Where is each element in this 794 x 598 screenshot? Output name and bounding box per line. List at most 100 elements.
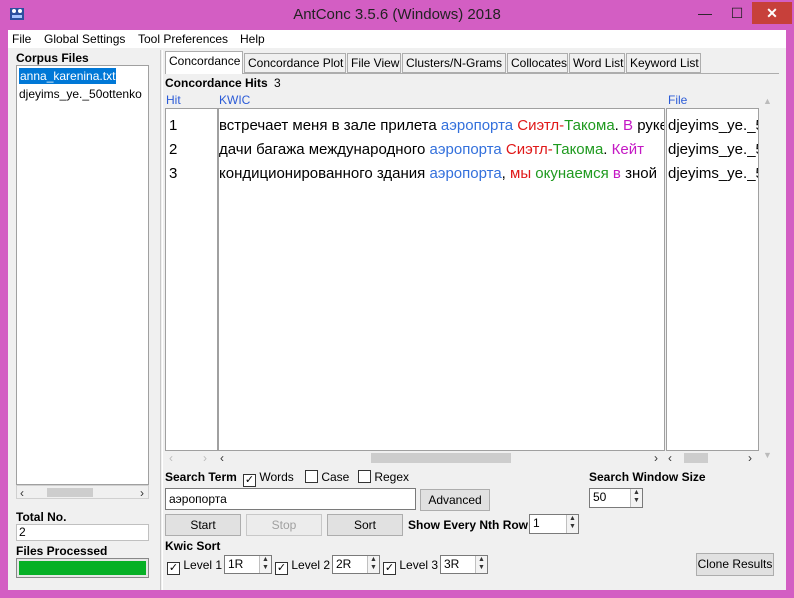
case-label: Case — [321, 470, 350, 484]
title-bar: AntConc 3.5.6 (Windows) 2018 — ☐ ✕ — [0, 0, 794, 30]
menu-bar: File Global Settings Tool Preferences He… — [8, 30, 786, 48]
maximize-button[interactable]: ☐ — [722, 2, 752, 24]
progress-fill — [19, 561, 146, 575]
sort-level-1[interactable]: ✓ Level 1 — [167, 558, 222, 575]
minimize-button[interactable]: — — [690, 2, 720, 24]
advanced-button[interactable]: Advanced — [420, 489, 490, 511]
scroll-right-arrow-icon[interactable]: › — [203, 451, 207, 465]
file-hscrollbar[interactable]: ‹ › — [666, 451, 759, 465]
close-button[interactable]: ✕ — [752, 2, 792, 24]
regex-checkbox[interactable] — [358, 470, 371, 483]
sort-level-3[interactable]: ✓ Level 3 — [383, 558, 438, 575]
corpus-file-item[interactable]: djeyims_ye._50ottenko — [19, 86, 142, 102]
level-2-checkbox[interactable]: ✓ — [275, 562, 288, 575]
sort-button[interactable]: Sort — [327, 514, 403, 536]
files-processed-progress — [16, 558, 149, 578]
scroll-left-arrow-icon[interactable]: ‹ — [220, 451, 224, 465]
column-header-kwic[interactable]: KWIC — [219, 93, 250, 107]
level-3-checkbox[interactable]: ✓ — [383, 562, 396, 575]
menu-global-settings[interactable]: Global Settings — [44, 32, 125, 46]
level-3-spinner[interactable]: 3R ▲ ▼ — [440, 555, 488, 574]
spinner-arrows-icon[interactable]: ▲ ▼ — [367, 556, 379, 573]
app-client-area: File Global Settings Tool Preferences He… — [8, 30, 786, 590]
search-window-size-value: 50 — [593, 490, 607, 504]
concordance-hits-count: 3 — [274, 76, 281, 90]
file-cell: djeyims_ye._50ottenko — [668, 165, 758, 182]
hit-number: 2 — [169, 141, 178, 158]
kwic-line-1[interactable]: встречает меня в зале прилета аэропорта … — [219, 117, 664, 135]
sort-level-2[interactable]: ✓ Level 2 — [275, 558, 330, 575]
level-3-label: Level 3 — [399, 558, 439, 572]
scroll-left-arrow-icon[interactable]: ‹ — [20, 486, 24, 500]
total-no-value: 2 — [16, 524, 149, 541]
tab-keyword-list[interactable]: Keyword List — [626, 53, 701, 73]
column-header-file[interactable]: File — [668, 93, 687, 107]
kwic-keyword: аэропорта — [429, 165, 502, 182]
hit-hscrollbar[interactable]: ‹ › — [165, 451, 218, 465]
start-button[interactable]: Start — [165, 514, 241, 536]
spinner-arrows-icon[interactable]: ▲ ▼ — [566, 515, 578, 533]
hit-number: 1 — [169, 117, 178, 134]
scroll-left-arrow-icon[interactable]: ‹ — [169, 451, 173, 465]
scroll-down-arrow-icon[interactable]: ▼ — [763, 448, 772, 462]
show-every-nth-row-label: Show Every Nth Row — [408, 518, 529, 532]
search-window-size-label: Search Window Size — [589, 470, 706, 484]
level-3-value: 3R — [444, 557, 460, 571]
stop-button[interactable]: Stop — [246, 514, 322, 536]
tab-collocates[interactable]: Collocates — [507, 53, 568, 73]
search-window-size-spinner[interactable]: 50 ▲ ▼ — [589, 488, 643, 508]
menu-tool-preferences[interactable]: Tool Preferences — [138, 32, 228, 46]
level-1-checkbox[interactable]: ✓ — [167, 562, 180, 575]
scroll-up-arrow-icon[interactable]: ▲ — [763, 94, 772, 108]
words-checkbox[interactable]: ✓ — [243, 474, 256, 487]
tab-clusters-ngrams[interactable]: Clusters/N-Grams — [402, 53, 506, 73]
file-column[interactable]: djeyims_ye._50ottenko djeyims_ye._50otte… — [666, 108, 759, 451]
hit-column[interactable]: 1 2 3 — [165, 108, 218, 451]
corpus-list-hscrollbar[interactable]: ‹ › — [16, 485, 149, 500]
spinner-arrows-icon[interactable]: ▲ ▼ — [475, 556, 487, 573]
kwic-hscrollbar[interactable]: ‹ › — [218, 451, 665, 465]
kwic-keyword: аэропорта — [429, 141, 506, 158]
tab-word-list[interactable]: Word List — [569, 53, 625, 73]
level-2-label: Level 2 — [291, 558, 331, 572]
scroll-thumb[interactable] — [47, 488, 93, 497]
concordance-hits-label: Concordance Hits — [165, 76, 268, 90]
kwic-column[interactable]: встречает меня в зале прилета аэропорта … — [218, 108, 665, 451]
corpus-file-list[interactable]: anna_karenina.txt djeyims_ye._50ottenko — [16, 65, 149, 485]
tab-concordance-plot[interactable]: Concordance Plot — [244, 53, 346, 73]
words-option[interactable]: ✓ Words — [243, 470, 294, 487]
search-term-label: Search Term — [165, 470, 237, 484]
kwic-line-3[interactable]: кондиционированного здания аэропорта, мы… — [219, 165, 657, 183]
nth-row-spinner[interactable]: 1 ▲ ▼ — [529, 514, 579, 534]
corpus-file-item[interactable]: anna_karenina.txt — [19, 68, 117, 84]
clone-results-button[interactable]: Clone Results — [696, 553, 774, 576]
scroll-thumb[interactable] — [371, 453, 511, 463]
panel-divider[interactable] — [160, 50, 163, 590]
case-checkbox[interactable] — [305, 470, 318, 483]
tab-concordance[interactable]: Concordance — [165, 51, 243, 74]
tab-file-view[interactable]: File View — [347, 53, 401, 73]
regex-label: Regex — [374, 470, 410, 484]
level-2-spinner[interactable]: 2R ▲ ▼ — [332, 555, 380, 574]
level-1-spinner[interactable]: 1R ▲ ▼ — [224, 555, 272, 574]
regex-option[interactable]: Regex — [358, 470, 409, 484]
scroll-right-arrow-icon[interactable]: › — [654, 451, 658, 465]
scroll-thumb[interactable] — [684, 453, 708, 463]
kwic-sort-label: Kwic Sort — [165, 539, 221, 553]
column-header-hit[interactable]: Hit — [166, 93, 181, 107]
total-no-label: Total No. — [16, 510, 67, 524]
menu-file[interactable]: File — [12, 32, 31, 46]
search-input[interactable]: аэропорта — [165, 488, 416, 510]
spinner-arrows-icon[interactable]: ▲ ▼ — [630, 489, 642, 507]
results-vscrollbar[interactable]: ▲ ▼ — [759, 92, 775, 464]
kwic-line-2[interactable]: дачи багажа международного аэропорта Сиэ… — [219, 141, 644, 159]
spinner-arrows-icon[interactable]: ▲ ▼ — [259, 556, 271, 573]
scroll-left-arrow-icon[interactable]: ‹ — [668, 451, 672, 465]
scroll-right-arrow-icon[interactable]: › — [140, 486, 144, 500]
case-option[interactable]: Case — [305, 470, 349, 484]
level-2-value: 2R — [336, 557, 352, 571]
corpus-files-label: Corpus Files — [16, 51, 89, 65]
level-1-label: Level 1 — [183, 558, 223, 572]
menu-help[interactable]: Help — [240, 32, 265, 46]
scroll-right-arrow-icon[interactable]: › — [748, 451, 752, 465]
